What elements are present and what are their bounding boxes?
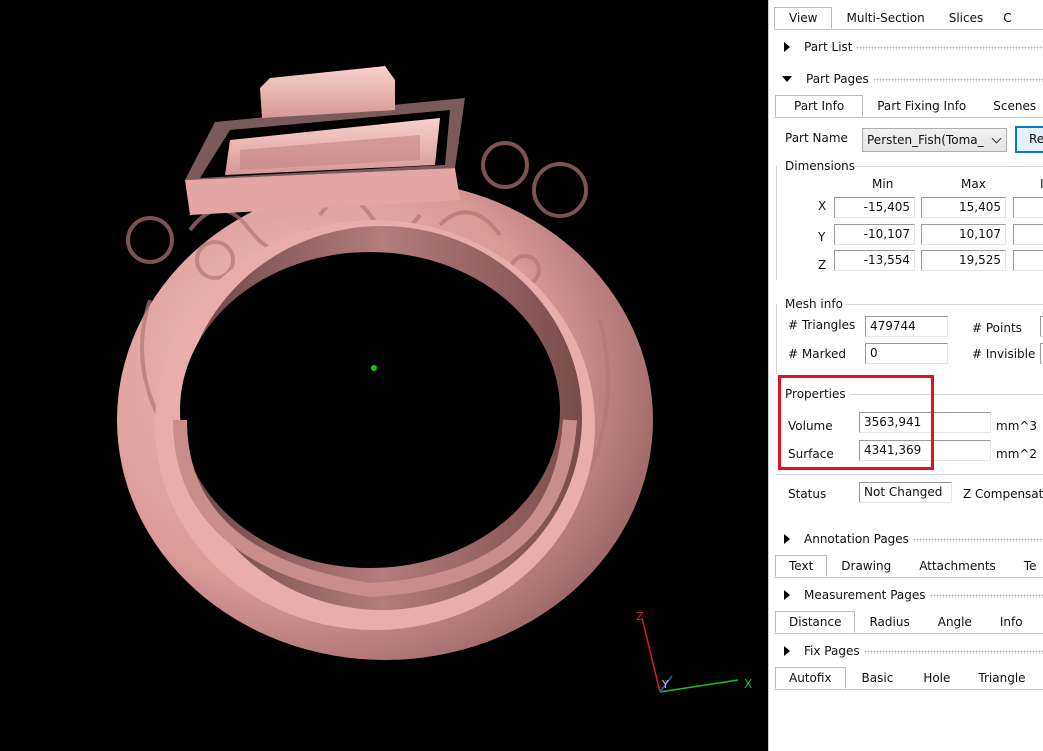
dimensions-title: Dimensions: [785, 159, 856, 173]
tab-divider: [774, 117, 1043, 118]
tab-hole[interactable]: Hole: [909, 667, 964, 689]
group-line: [776, 304, 777, 374]
chevron-down-icon: [991, 133, 1002, 144]
part-pages-tabs: Part Info Part Fixing Info Scenes: [775, 95, 1037, 119]
tab-divider: [774, 577, 1043, 578]
axis-x-label: X: [744, 677, 752, 691]
part-name-value: Persten_Fish(Toma_: [867, 133, 984, 147]
fix-pages-label: Fix Pages: [804, 644, 860, 658]
tab-angle[interactable]: Angle: [924, 611, 986, 633]
dim-z-min-field[interactable]: -13,554: [834, 250, 915, 271]
surface-unit: mm^2: [996, 447, 1038, 461]
tab-triangle[interactable]: Triangle: [964, 667, 1039, 689]
tab-radius[interactable]: Radius: [855, 611, 923, 633]
fix-pages-header[interactable]: Fix Pages: [780, 641, 1043, 661]
tab-more[interactable]: C: [996, 7, 1012, 29]
dim-x-min-field[interactable]: -15,405: [834, 197, 915, 218]
tab-info[interactable]: Info: [986, 611, 1037, 633]
part-pages-label: Part Pages: [806, 72, 869, 86]
part-pages-header[interactable]: Part Pages: [780, 69, 1043, 89]
group-line: [776, 474, 1043, 475]
expand-right-icon: [784, 646, 790, 656]
dim-z-extra-field[interactable]: [1013, 250, 1043, 271]
tab-te[interactable]: Te: [1010, 555, 1043, 577]
dim-y-max-field[interactable]: 10,107: [921, 224, 1006, 245]
axis-y-row-label: Y: [818, 230, 826, 244]
tab-divider: [774, 29, 1043, 30]
part-list-label: Part List: [804, 40, 853, 54]
axis-z-row-label: Z: [818, 258, 827, 272]
mesh-info-title: Mesh info: [785, 297, 843, 311]
3d-viewport[interactable]: Z Y X: [0, 0, 768, 751]
triangles-label: # Triangles: [788, 318, 856, 332]
annotation-tabs: Text Drawing Attachments Te: [775, 555, 1043, 579]
tab-part-fixing-info[interactable]: Part Fixing Info: [863, 95, 980, 117]
tab-part-info[interactable]: Part Info: [775, 95, 864, 117]
dotted-separator: [929, 594, 1043, 598]
tab-distance[interactable]: Distance: [775, 611, 856, 633]
invisible-label: # Invisible: [972, 347, 1036, 361]
expand-right-icon: [784, 534, 790, 544]
measurement-tabs: Distance Radius Angle Info: [775, 611, 1037, 635]
annotation-pages-header[interactable]: Annotation Pages: [780, 529, 1043, 549]
group-line: [855, 166, 1043, 167]
tab-autofix[interactable]: Autofix: [775, 667, 846, 689]
status-label: Status: [788, 487, 827, 501]
tab-scenes[interactable]: Scenes: [980, 95, 1037, 117]
dotted-separator: [856, 46, 1043, 50]
dim-x-max-field[interactable]: 15,405: [921, 197, 1006, 218]
tab-attachments[interactable]: Attachments: [905, 555, 1010, 577]
dim-y-min-field[interactable]: -10,107: [834, 224, 915, 245]
dotted-separator: [863, 650, 1043, 654]
dimensions-col-min: Min: [872, 177, 894, 191]
tab-divider: [774, 633, 1043, 634]
tab-drawing[interactable]: Drawing: [827, 555, 905, 577]
reset-button[interactable]: Re: [1015, 126, 1043, 153]
dim-y-extra-field[interactable]: [1013, 224, 1043, 245]
collapse-down-icon: [782, 76, 792, 82]
tab-slices[interactable]: Slices: [939, 7, 997, 29]
tab-divider: [774, 689, 1043, 690]
measurement-pages-header[interactable]: Measurement Pages: [780, 585, 1043, 605]
annotation-pages-label: Annotation Pages: [804, 532, 909, 546]
axis-x-row-label: X: [818, 199, 827, 213]
z-compensate-label: Z Compensate: [963, 487, 1043, 501]
group-line: [776, 166, 777, 280]
tab-basic[interactable]: Basic: [846, 667, 910, 689]
axis-y-label: Y: [661, 678, 669, 691]
pivot-point-marker: [371, 365, 377, 371]
status-field[interactable]: Not Changed: [859, 482, 952, 503]
dotted-separator: [912, 538, 1043, 542]
triangles-field[interactable]: 479744: [865, 316, 948, 337]
properties-highlight-box: [778, 375, 934, 470]
tab-view[interactable]: View: [774, 7, 833, 29]
tab-multi-section[interactable]: Multi-Section: [832, 7, 938, 29]
marked-field[interactable]: 0: [865, 343, 948, 364]
axes-triad: Z Y X: [636, 610, 752, 693]
dotted-separator: [872, 78, 1043, 82]
volume-unit: mm^3: [996, 419, 1038, 433]
part-name-select[interactable]: Persten_Fish(Toma_: [862, 128, 1007, 152]
dim-z-max-field[interactable]: 19,525: [921, 250, 1006, 271]
fix-tabs: Autofix Basic Hole Triangle: [775, 667, 1040, 691]
dim-x-extra-field[interactable]: [1013, 197, 1043, 218]
part-list-header[interactable]: Part List: [780, 37, 1043, 57]
axis-z-label: Z: [636, 610, 644, 623]
group-line: [845, 304, 1043, 305]
points-label: # Points: [972, 321, 1022, 335]
marked-label: # Marked: [788, 347, 847, 361]
part-name-label: Part Name: [785, 131, 848, 145]
dimensions-col-max: Max: [961, 177, 986, 191]
tab-text[interactable]: Text: [775, 555, 828, 577]
measurement-pages-label: Measurement Pages: [804, 588, 926, 602]
top-tab-bar: View Multi-Section Slices C: [774, 7, 1013, 31]
expand-right-icon: [784, 590, 790, 600]
ring-model[interactable]: Z Y X: [0, 0, 768, 751]
expand-right-icon: [784, 42, 790, 52]
